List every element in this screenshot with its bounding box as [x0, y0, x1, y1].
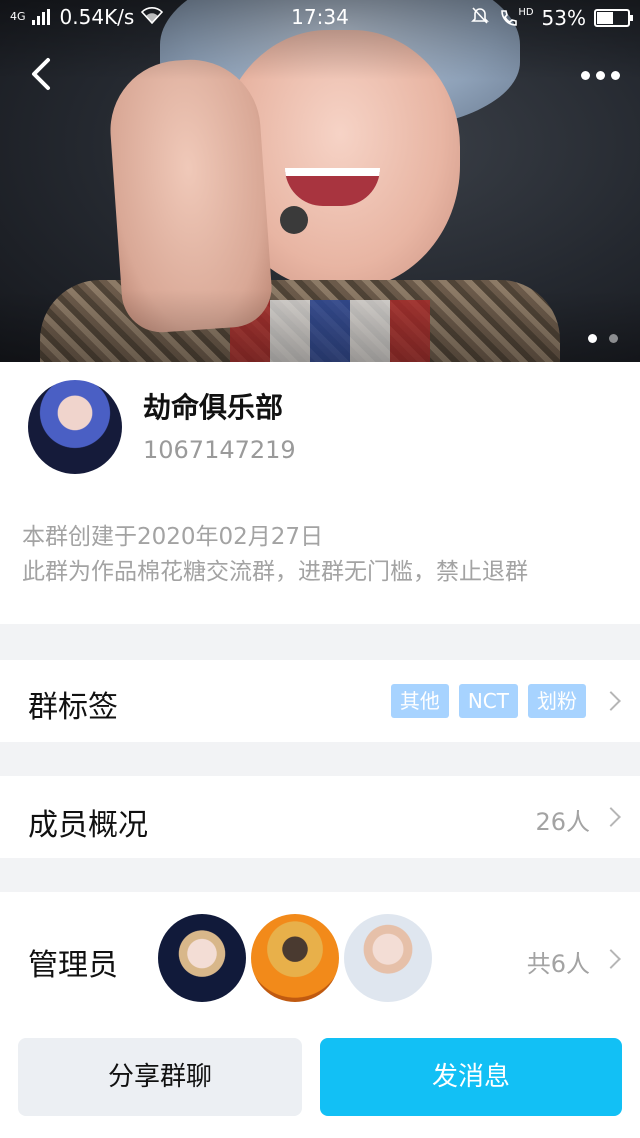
- group-id: 1067147219: [143, 436, 296, 464]
- chevron-left-icon: [32, 58, 50, 90]
- chevron-right-icon: [601, 807, 621, 827]
- chevron-right-icon: [601, 949, 621, 969]
- bottom-action-bar: 分享群聊 发消息: [0, 1022, 640, 1138]
- chevron-right-icon: [601, 691, 621, 711]
- group-tags-row[interactable]: 群标签 其他 NCT 划粉: [0, 660, 640, 742]
- group-tag: 划粉: [528, 684, 586, 718]
- battery-icon: [594, 8, 633, 27]
- member-count: 26人: [535, 808, 590, 836]
- admin-avatar[interactable]: [344, 914, 432, 1002]
- group-tag: NCT: [458, 684, 518, 718]
- admins-row[interactable]: 管理员 共6人: [0, 892, 640, 1022]
- group-intro: 此群为作品棉花糖交流群，进群无门槛，禁止退群: [22, 559, 528, 585]
- group-name: 劫命俱乐部: [143, 391, 284, 424]
- group-tags-list: 其他 NCT 划粉: [390, 684, 586, 718]
- members-overview-label: 成员概况: [28, 808, 148, 843]
- send-message-button[interactable]: 发消息: [320, 1038, 622, 1116]
- hd-call-icon: HD: [498, 6, 534, 28]
- carousel-dot-2[interactable]: [609, 334, 618, 343]
- status-bar: 4G 0.54K/s 17:34 HD 53%: [0, 0, 640, 34]
- more-options-button[interactable]: [578, 60, 622, 90]
- share-group-button[interactable]: 分享群聊: [18, 1038, 302, 1116]
- battery-percent: 53%: [541, 5, 586, 30]
- back-button[interactable]: [22, 52, 66, 96]
- group-created-date: 本群创建于2020年02月27日: [22, 524, 324, 550]
- group-info-card: 劫命俱乐部 1067147219 本群创建于2020年02月27日 此群为作品棉…: [0, 362, 640, 624]
- group-tags-label: 群标签: [28, 690, 118, 725]
- admin-count: 共6人: [526, 950, 590, 978]
- carousel-indicator: [588, 334, 618, 343]
- admin-avatars: [158, 914, 432, 1002]
- group-avatar[interactable]: [28, 380, 122, 474]
- group-cover-image[interactable]: [0, 0, 640, 362]
- carousel-dot-1[interactable]: [588, 334, 597, 343]
- admin-avatar[interactable]: [251, 914, 339, 1002]
- admins-label: 管理员: [28, 948, 118, 983]
- mute-bell-icon: [470, 5, 490, 30]
- members-overview-row[interactable]: 成员概况 26人: [0, 776, 640, 858]
- group-tag: 其他: [390, 684, 449, 718]
- admin-avatar[interactable]: [158, 914, 246, 1002]
- hd-label: HD: [518, 6, 534, 18]
- group-description: 本群创建于2020年02月27日 此群为作品棉花糖交流群，进群无门槛，禁止退群: [22, 520, 528, 590]
